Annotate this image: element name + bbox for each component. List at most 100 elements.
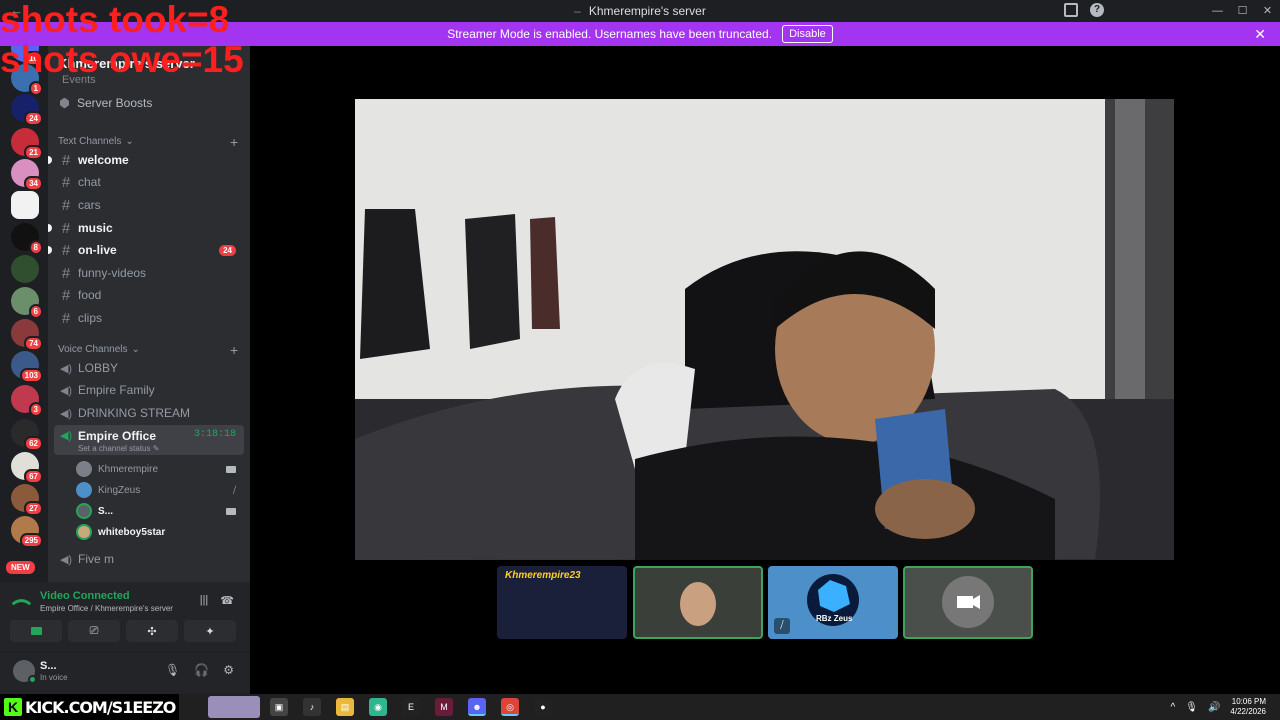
signal-icon[interactable] [11, 593, 32, 614]
noise-suppression-icon[interactable]: ||| [200, 594, 209, 607]
server-icon-4[interactable]: 21 [11, 128, 43, 160]
xbox-app-icon[interactable]: ◉ [369, 698, 387, 716]
clock[interactable]: 10:06 PM 4/22/2026 [1230, 697, 1266, 717]
unread-pip [48, 224, 52, 232]
media-app-icon[interactable]: M [435, 698, 453, 716]
gear-icon[interactable]: ⚙ [223, 663, 234, 677]
minimize-button[interactable]: — [1205, 0, 1230, 22]
discord-icon[interactable]: ☻ [468, 698, 486, 716]
server-badge: 27 [24, 501, 43, 516]
channel-music[interactable]: # music [48, 217, 244, 239]
speaker-icon: ◀) [59, 384, 73, 397]
voice-channel-empire-family[interactable]: ◀) Empire Family [54, 379, 244, 401]
voice-channel-lobby[interactable]: ◀) LOBBY [54, 357, 244, 379]
new-servers-badge[interactable]: NEW [6, 561, 35, 574]
participant-tile-1[interactable]: Khmerempire23 [497, 566, 627, 639]
server-name-header[interactable]: Khmerempire's server [58, 56, 195, 71]
server-icon-3[interactable]: 24 [11, 94, 43, 126]
server-boosts-item[interactable]: Server Boosts [60, 96, 152, 110]
voice-location[interactable]: Empire Office / Khmerempire's server [40, 604, 173, 613]
voice-channel-five-m[interactable]: ◀) Five m [54, 548, 244, 570]
server-icon-15[interactable]: 27 [11, 484, 43, 516]
server-icon-2[interactable]: 1 [11, 64, 43, 96]
voice-channels-category[interactable]: Voice Channels ⌄ + [58, 342, 238, 358]
participant-tile-3[interactable]: RBz Zeus ⧸ [768, 566, 898, 639]
channel-cars[interactable]: # cars [54, 194, 244, 216]
screen-share-icon: ⎚ [89, 624, 99, 637]
activities-button[interactable]: ✣ [126, 620, 178, 642]
main-video-feed[interactable] [355, 99, 1174, 560]
disable-streamer-mode-button[interactable]: Disable [782, 25, 833, 43]
itunes-icon[interactable]: ♪ [303, 698, 321, 716]
voice-connection-panel: Video Connected Empire Office / Khmeremp… [0, 582, 250, 652]
user-avatar[interactable] [13, 660, 37, 684]
channel-status-prompt[interactable]: Set a channel status ✎ [78, 444, 159, 453]
voice-member-whiteboy5star[interactable]: whiteboy5star [76, 522, 246, 542]
task-view-icon[interactable]: ▣ [270, 698, 288, 716]
microphone-icon[interactable]: 🎙 [165, 663, 180, 677]
hash-icon: # [61, 309, 71, 327]
events-item[interactable]: Events [62, 74, 96, 86]
camera-button[interactable] [10, 620, 62, 642]
server-icon-12[interactable]: 3 [11, 385, 43, 417]
voice-channel-drinking-stream[interactable]: ◀) DRINKING STREAM [54, 402, 244, 424]
close-window-button[interactable]: ✕ [1255, 0, 1280, 22]
microphone-tray-icon[interactable]: 🎙 [1185, 702, 1198, 713]
add-voice-channel-icon[interactable]: + [230, 342, 238, 358]
title-right-icons: ? [1064, 3, 1104, 17]
epic-games-icon[interactable]: E [402, 698, 420, 716]
hash-icon: # [61, 241, 71, 259]
chevron-up-icon[interactable]: ^ [1171, 702, 1176, 713]
user-panel: S... In voice 🎙 🎧 ⚙ [0, 652, 250, 694]
participant-tile-2[interactable] [633, 566, 763, 639]
channel-label: Five m [78, 552, 114, 566]
disconnect-icon[interactable]: ☎ [220, 594, 234, 607]
hash-icon: # [61, 151, 71, 169]
speaker-icon: ◀) [59, 407, 73, 420]
text-channels-category[interactable]: Text Channels ⌄ + [58, 134, 238, 150]
channel-chat[interactable]: # chat [54, 171, 244, 193]
channel-on-live[interactable]: # on-live 24 [48, 239, 244, 261]
channel-funny-videos[interactable]: # funny-videos [54, 262, 244, 284]
participant-tile-4[interactable] [903, 566, 1033, 639]
server-icon-7[interactable]: 8 [11, 223, 43, 255]
channel-label: LOBBY [78, 361, 119, 375]
help-icon[interactable]: ? [1090, 3, 1104, 17]
chrome-icon[interactable]: ◎ [501, 698, 519, 716]
inbox-icon[interactable] [1064, 3, 1078, 17]
server-icon-10[interactable]: 74 [11, 319, 43, 351]
volume-icon[interactable]: 🔊 [1208, 702, 1220, 713]
taskbar-thumbnail[interactable] [208, 696, 260, 718]
close-banner-icon[interactable]: ✕ [1254, 26, 1266, 43]
file-explorer-icon[interactable]: ▤ [336, 698, 354, 716]
soundboard-button[interactable]: ✦ [184, 620, 236, 642]
channel-clips[interactable]: # clips [54, 307, 244, 329]
server-icon-5[interactable]: 34 [11, 159, 43, 191]
voice-member-s[interactable]: S... [76, 501, 246, 521]
add-text-channel-icon[interactable]: + [230, 134, 238, 150]
headphones-icon[interactable]: 🎧 [194, 663, 209, 677]
back-arrow-icon[interactable]: ← [10, 3, 23, 18]
channel-welcome[interactable]: # welcome [48, 149, 244, 171]
channel-label: clips [78, 311, 103, 325]
voice-status[interactable]: Video Connected [40, 590, 130, 602]
server-icon-11[interactable]: 103 [11, 351, 43, 383]
maximize-button[interactable]: ☐ [1230, 0, 1255, 22]
voice-member-kingzeus[interactable]: KingZeus ⧸ [76, 480, 246, 500]
obs-icon[interactable]: ● [534, 698, 552, 716]
server-icon-6[interactable] [11, 191, 39, 219]
server-icon-9[interactable]: 6 [11, 287, 43, 319]
screen-share-button[interactable]: ⎚ [68, 620, 120, 642]
server-icon-16[interactable]: 295 [11, 516, 43, 548]
server-icon-14[interactable]: 67 [11, 452, 43, 484]
streamer-mode-banner: Streamer Mode is enabled. Usernames have… [0, 22, 1280, 46]
server-icon-1[interactable]: 16 [11, 46, 43, 66]
voice-member-khmerempire[interactable]: Khmerempire [76, 459, 246, 479]
channel-label: Empire Office [78, 429, 157, 443]
user-name[interactable]: S... [40, 660, 57, 672]
server-icon-8[interactable] [11, 255, 39, 283]
channel-label: cars [78, 198, 101, 212]
channel-food[interactable]: # food [54, 284, 244, 306]
server-icon-13[interactable]: 62 [11, 419, 43, 451]
tile-2-face [680, 582, 716, 626]
